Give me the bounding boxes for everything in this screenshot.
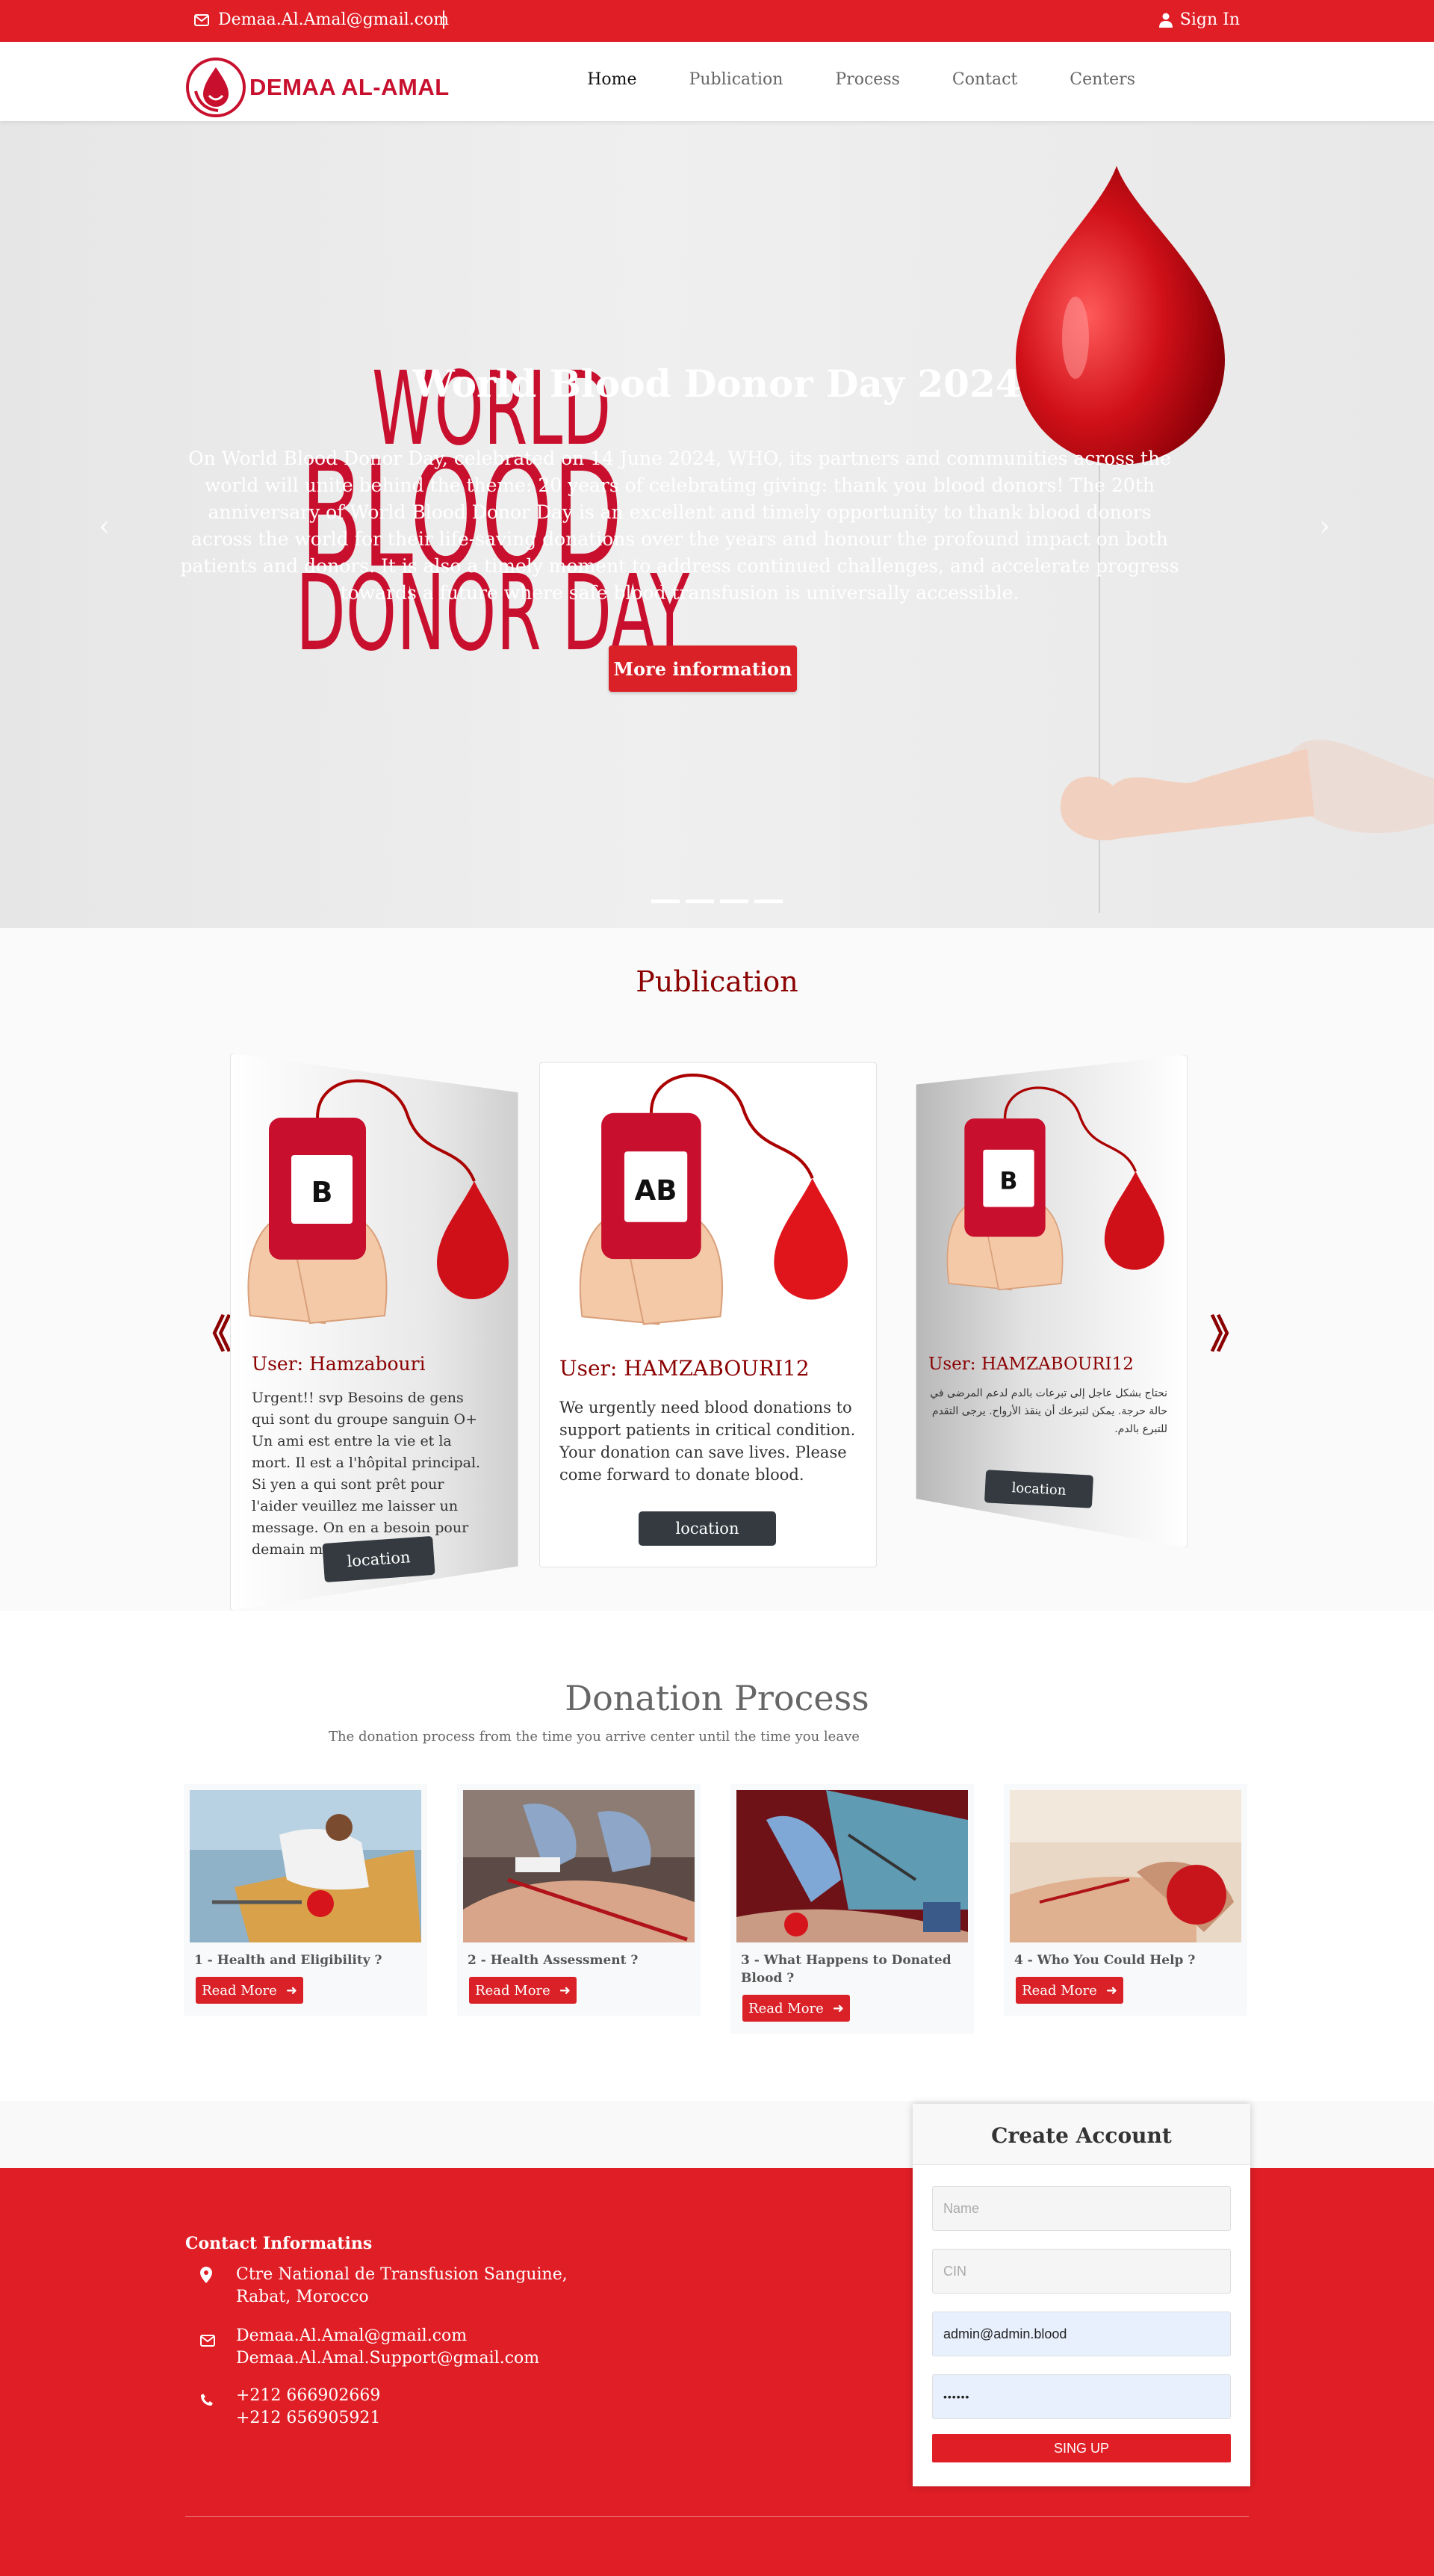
- publication-section: Publication 《 》 B User: Hamzabouri Urgen…: [0, 928, 1434, 1611]
- blood-type-label: B: [999, 1168, 1017, 1195]
- email-field[interactable]: admin@admin.blood: [932, 2312, 1231, 2356]
- contact-email-2[interactable]: Demaa.Al.Amal.Support@gmail.com: [236, 2347, 539, 2370]
- process-image: [1010, 1790, 1241, 1942]
- blood-drop-logo-icon: [186, 58, 246, 117]
- publication-next-button[interactable]: 》: [1210, 1303, 1249, 1359]
- process-card: 3 - What Happens to Donated Blood ? Read…: [730, 1784, 974, 2034]
- password-field[interactable]: ••••••: [932, 2374, 1231, 2419]
- top-bar: Demaa.Al.Amal@gmail.com | Sign In: [0, 0, 1434, 42]
- publication-user: User: HAMZABOURI12: [928, 1354, 1134, 1374]
- read-more-button[interactable]: Read More ➜: [469, 1977, 577, 2004]
- blood-bag-image: B: [247, 1079, 509, 1325]
- process-image: [736, 1790, 968, 1942]
- address-line-2: Rabat, Morocco: [236, 2288, 369, 2306]
- publication-user: User: Hamzabouri: [252, 1353, 426, 1375]
- process-title: 2 - Health Assessment ?: [468, 1953, 639, 1968]
- phone-icon: [200, 2385, 217, 2430]
- read-more-button[interactable]: Read More ➜: [196, 1977, 303, 2004]
- publication-text: We urgently need blood donations to supp…: [559, 1399, 856, 1484]
- name-field[interactable]: Name: [932, 2186, 1231, 2231]
- read-more-label: Read More: [748, 2000, 824, 2016]
- contact-emails: Demaa.Al.Amal@gmail.com Demaa.Al.Amal.Su…: [200, 2325, 539, 2370]
- process-card: 2 - Health Assessment ? Read More ➜: [457, 1784, 701, 2016]
- donation-process-section: Donation Process The donation process fr…: [0, 1611, 1434, 2101]
- process-title: 4 - Who You Could Help ?: [1014, 1953, 1196, 1968]
- hero-description: On World Blood Donor Day, celebrated on …: [180, 448, 1179, 604]
- nav-item-contact[interactable]: Contact: [952, 70, 1017, 89]
- footer-divider: [185, 2516, 1249, 2517]
- process-subtitle: The donation process from the time you a…: [329, 1729, 860, 1744]
- arrow-right-icon: ➜: [559, 1982, 571, 1998]
- process-card: 1 - Health and Eligibility ? Read More ➜: [184, 1784, 427, 2016]
- contact-email-1[interactable]: Demaa.Al.Amal@gmail.com: [236, 2325, 539, 2347]
- nav-item-publication[interactable]: Publication: [689, 70, 783, 89]
- brand-name: DEMAA AL-AMAL: [249, 74, 450, 100]
- main-navbar: DEMAA AL-AMAL Home Publication Process C…: [0, 42, 1434, 121]
- process-image: [463, 1790, 695, 1942]
- envelope-icon: [200, 2325, 217, 2370]
- create-account-form: Create Account Name CIN admin@admin.bloo…: [913, 2104, 1250, 2486]
- process-card: 4 - Who You Could Help ? Read More ➜: [1004, 1784, 1247, 2016]
- contact-address: Ctre National de Transfusion Sanguine, R…: [200, 2264, 568, 2309]
- read-more-button[interactable]: Read More ➜: [1016, 1977, 1123, 2004]
- publication-heading: Publication: [636, 965, 798, 998]
- topbar-email[interactable]: Demaa.Al.Amal@gmail.com: [194, 10, 449, 29]
- read-more-label: Read More: [475, 1982, 550, 1998]
- carousel-indicator[interactable]: [686, 900, 714, 903]
- process-title: 1 - Health and Eligibility ?: [194, 1953, 382, 1968]
- cin-field[interactable]: CIN: [932, 2249, 1231, 2294]
- process-heading: Donation Process: [565, 1678, 869, 1718]
- publication-card: AB User: HAMZABOURI12 We urgently need b…: [539, 1062, 877, 1567]
- nav-item-centers[interactable]: Centers: [1070, 70, 1135, 89]
- sign-in-link[interactable]: Sign In: [1158, 10, 1240, 29]
- contact-heading: Contact Informatins: [185, 2234, 373, 2253]
- arrow-right-icon: ➜: [285, 1982, 297, 1998]
- carousel-indicator[interactable]: [651, 900, 680, 903]
- nav-item-process[interactable]: Process: [835, 70, 900, 89]
- read-more-button[interactable]: Read More ➜: [742, 1995, 850, 2022]
- blood-type-label: B: [311, 1176, 333, 1209]
- carousel-next-icon[interactable]: ›: [1319, 510, 1330, 542]
- contact-phone-1[interactable]: +212 666902669: [236, 2385, 380, 2407]
- blood-bag-image: AB: [579, 1074, 848, 1325]
- carousel-indicator[interactable]: [720, 900, 748, 903]
- arrow-right-icon: ➜: [1105, 1982, 1117, 1998]
- arrow-right-icon: ➜: [832, 2000, 844, 2016]
- carousel-indicator[interactable]: [754, 900, 783, 903]
- map-pin-icon: [200, 2264, 217, 2309]
- hero-title: World Blood Donor Day 2024: [412, 362, 1022, 406]
- user-icon: [1158, 13, 1173, 28]
- process-image: [190, 1790, 421, 1942]
- blood-bag-image: B: [946, 1086, 1164, 1291]
- address-line-1: Ctre National de Transfusion Sanguine,: [236, 2265, 568, 2284]
- sign-up-button[interactable]: SING UP: [932, 2434, 1231, 2462]
- nav-item-home[interactable]: Home: [587, 70, 636, 89]
- nav-menu: Home Publication Process Contact Centers: [587, 70, 1135, 89]
- more-information-button[interactable]: More information: [609, 645, 797, 692]
- publication-prev-button[interactable]: 《: [193, 1303, 232, 1359]
- envelope-icon: [194, 13, 209, 26]
- publication-user: User: HAMZABOURI12: [559, 1356, 810, 1381]
- sign-in-label: Sign In: [1179, 10, 1240, 29]
- contact-phone-2[interactable]: +212 656905921: [236, 2407, 380, 2430]
- topbar-separator: |: [441, 8, 447, 29]
- location-button[interactable]: location: [322, 1535, 435, 1583]
- create-account-title: Create Account: [913, 2104, 1250, 2165]
- carousel-indicators: [651, 900, 783, 903]
- publication-card: B User: HAMZABOURI12 نحتاج بشكل عاجل إلى…: [916, 1055, 1188, 1548]
- publication-text: Urgent!! svp Besoins de gens qui sont du…: [252, 1390, 481, 1558]
- topbar-email-text: Demaa.Al.Amal@gmail.com: [218, 10, 450, 29]
- hero-carousel: WORLD BLOOD DONOR DAY World Blood Donor …: [0, 121, 1434, 928]
- process-title: 3 - What Happens to Donated Blood ?: [741, 1953, 952, 1986]
- location-button[interactable]: location: [984, 1470, 1094, 1508]
- site-logo[interactable]: DEMAA AL-AMAL: [185, 57, 450, 118]
- carousel-prev-icon[interactable]: ‹: [99, 510, 110, 542]
- read-more-label: Read More: [1022, 1982, 1097, 1998]
- read-more-label: Read More: [202, 1982, 277, 1998]
- location-button[interactable]: location: [639, 1511, 776, 1546]
- contact-phones: +212 666902669 +212 656905921: [200, 2385, 380, 2430]
- publication-card: B User: Hamzabouri Urgent!! svp Besoins …: [230, 1053, 518, 1611]
- publication-text: نحتاج بشكل عاجل إلى تبرعات بالدم لدعم ال…: [930, 1387, 1167, 1435]
- blood-type-label: AB: [635, 1174, 677, 1207]
